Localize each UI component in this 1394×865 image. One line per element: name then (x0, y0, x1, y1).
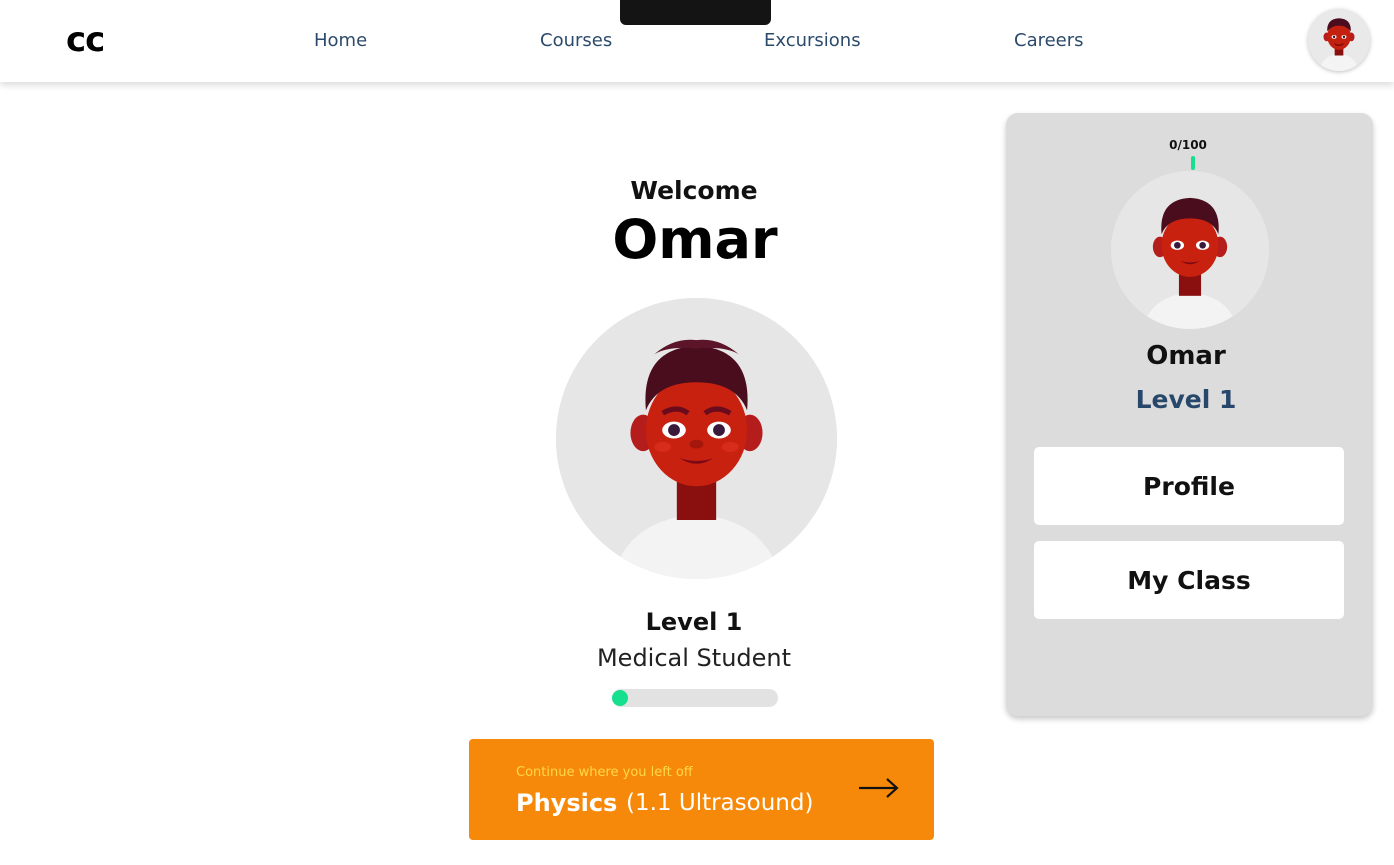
nav-link-courses[interactable]: Courses (540, 30, 612, 51)
xp-indicator (1191, 156, 1195, 170)
student-avatar-icon (556, 298, 837, 579)
student-level: Level 1 (645, 608, 743, 636)
xp-count: 0/100 (1169, 138, 1207, 152)
continue-hint: Continue where you left off (516, 765, 693, 780)
continue-learning-card[interactable]: Continue where you left off Physics (1.1… (469, 739, 934, 840)
student-avatar (556, 298, 837, 579)
panel-user-level: Level 1 (1135, 385, 1237, 414)
panel-avatar (1111, 171, 1269, 329)
top-navigation-bar: cc Home Courses Excursions Careers (0, 0, 1394, 82)
continue-lesson: (1.1 Ultrasound) (626, 790, 814, 816)
continue-subject: Physics (516, 789, 618, 817)
my-class-button[interactable]: My Class (1034, 541, 1344, 619)
student-role: Medical Student (596, 644, 792, 672)
user-avatar-menu[interactable] (1308, 9, 1370, 71)
xp-progress-bar (612, 689, 778, 707)
app-logo[interactable]: cc (66, 20, 105, 60)
profile-button[interactable]: Profile (1034, 447, 1344, 525)
device-notch (620, 0, 771, 25)
arrow-right-icon[interactable] (857, 775, 901, 801)
welcome-name: Omar (612, 208, 778, 271)
panel-user-name: Omar (1146, 341, 1226, 371)
nav-link-home[interactable]: Home (314, 30, 367, 51)
xp-progress-fill (612, 690, 628, 706)
nav-link-excursions[interactable]: Excursions (764, 30, 861, 51)
panel-avatar-icon (1111, 171, 1269, 329)
profile-panel: 0/100 Omar Level 1 Profile My Class (1006, 113, 1373, 716)
nav-link-careers[interactable]: Careers (1014, 30, 1084, 51)
welcome-greeting: Welcome (630, 176, 758, 205)
avatar-icon (1308, 9, 1370, 71)
